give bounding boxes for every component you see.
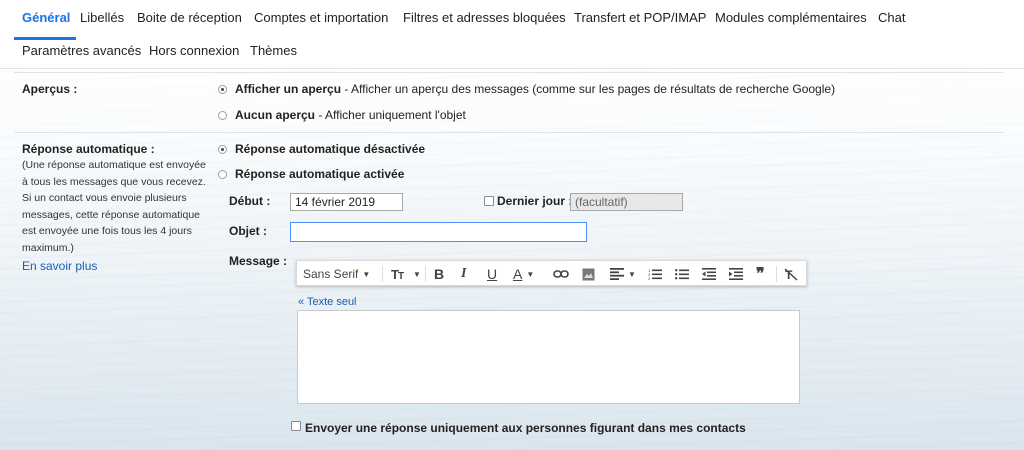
- option-afficher-apercu[interactable]: Afficher un aperçu - Afficher un aperçu …: [235, 82, 835, 96]
- font-family-select[interactable]: Sans Serif ▼: [303, 265, 370, 283]
- apercus-label: Aperçus :: [22, 82, 78, 96]
- toolbar-separator: [425, 266, 426, 282]
- quote-icon[interactable]: ❞: [756, 265, 765, 283]
- indent-less-icon[interactable]: [702, 265, 716, 283]
- plain-text-link[interactable]: « Texte seul: [298, 296, 357, 308]
- radio-reponse-activee[interactable]: [218, 170, 227, 179]
- tab-libelles[interactable]: Libellés: [80, 10, 124, 25]
- objet-label: Objet :: [229, 224, 267, 238]
- active-tab-indicator: [14, 37, 76, 40]
- message-label: Message :: [229, 254, 288, 268]
- dernier-jour-checkbox[interactable]: [484, 196, 494, 206]
- image-icon[interactable]: [582, 265, 595, 283]
- text-color-icon[interactable]: A ▼: [513, 265, 534, 283]
- reponse-auto-description: (Une réponse automatique est envoyée à t…: [22, 159, 206, 254]
- tab-boite-reception[interactable]: Boite de réception: [137, 10, 242, 25]
- tab-transfert-pop-imap[interactable]: Transfert et POP/IMAP: [574, 10, 706, 25]
- italic-icon[interactable]: I: [461, 265, 466, 283]
- dernier-jour-label: Dernier jour :: [497, 194, 573, 208]
- underline-icon[interactable]: U: [487, 265, 497, 283]
- debut-date-input[interactable]: 14 février 2019: [290, 193, 403, 211]
- formatting-toolbar: Sans Serif ▼ T T ▼ B I U A ▼ ▼ 123 ❞ T: [296, 260, 807, 286]
- font-size-icon[interactable]: T T ▼: [391, 265, 421, 283]
- tab-modules[interactable]: Modules complémentaires: [715, 10, 867, 25]
- divider: [14, 72, 1004, 73]
- svg-text:3: 3: [648, 276, 651, 280]
- tab-parametres-avances[interactable]: Paramètres avancés: [22, 43, 141, 58]
- remove-formatting-icon[interactable]: T: [784, 265, 798, 283]
- radio-aucun-apercu[interactable]: [218, 111, 227, 120]
- link-icon[interactable]: [553, 265, 569, 283]
- learn-more-link[interactable]: En savoir plus: [22, 259, 97, 273]
- indent-more-icon[interactable]: [729, 265, 743, 283]
- dernier-jour-input[interactable]: (facultatif): [570, 193, 683, 211]
- tab-comptes-importation[interactable]: Comptes et importation: [254, 10, 388, 25]
- message-editor[interactable]: [297, 310, 800, 404]
- option-aucun-apercu[interactable]: Aucun aperçu - Afficher uniquement l'obj…: [235, 108, 466, 122]
- radio-afficher-apercu[interactable]: [218, 85, 227, 94]
- tab-general[interactable]: Général: [22, 10, 70, 25]
- debut-label: Début :: [229, 194, 271, 208]
- svg-text:T: T: [398, 271, 404, 281]
- option-reponse-activee[interactable]: Réponse automatique activée: [235, 167, 404, 181]
- toolbar-separator: [382, 266, 383, 282]
- tab-filtres[interactable]: Filtres et adresses bloquées: [403, 10, 566, 25]
- contacts-only-checkbox[interactable]: [291, 421, 301, 431]
- divider: [14, 132, 1004, 133]
- reponse-auto-label: Réponse automatique :: [22, 142, 155, 156]
- option-reponse-desactivee[interactable]: Réponse automatique désactivée: [235, 142, 425, 156]
- objet-input[interactable]: [290, 222, 587, 242]
- bold-icon[interactable]: B: [434, 265, 444, 283]
- tab-themes[interactable]: Thèmes: [250, 43, 297, 58]
- toolbar-separator: [776, 266, 777, 282]
- numbered-list-icon[interactable]: 123: [648, 265, 662, 283]
- bulleted-list-icon[interactable]: [675, 265, 689, 283]
- tab-hors-connexion[interactable]: Hors connexion: [149, 43, 239, 58]
- settings-tabs: Général Libellés Boite de réception Comp…: [0, 0, 1024, 69]
- contacts-only-label[interactable]: Envoyer une réponse uniquement aux perso…: [305, 421, 746, 435]
- align-icon[interactable]: ▼: [610, 265, 636, 283]
- tab-chat[interactable]: Chat: [878, 10, 905, 25]
- divider: [14, 445, 1004, 446]
- radio-reponse-desactivee[interactable]: [218, 145, 227, 154]
